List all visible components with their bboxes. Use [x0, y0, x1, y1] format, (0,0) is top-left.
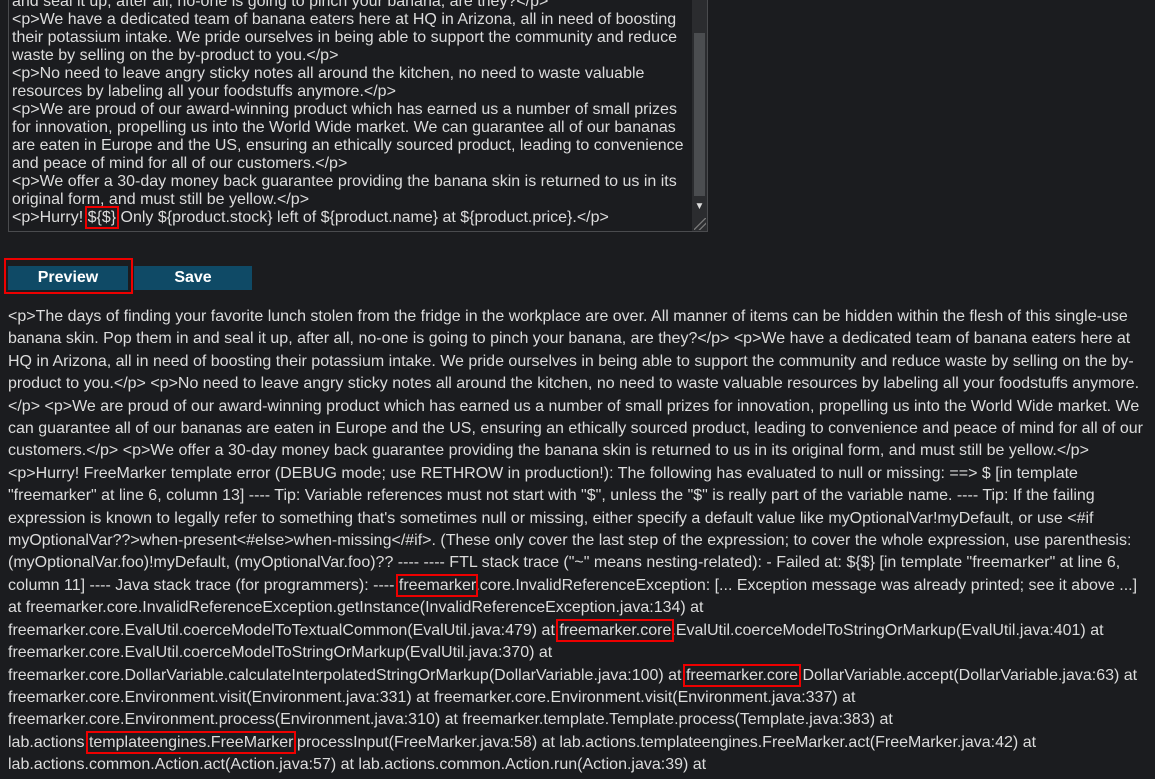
resize-grip-icon[interactable] — [694, 218, 706, 230]
editor-text-segment: <p>Hurry! — [12, 209, 88, 226]
editor-line: <p>No need to leave angry sticky notes a… — [12, 65, 649, 100]
editor-text-segment: Only ${product.stock} left of ${product.… — [116, 209, 609, 226]
template-editor-text[interactable]: and seal it up, after all, no-one is goi… — [12, 0, 689, 229]
template-editor[interactable]: and seal it up, after all, no-one is goi… — [8, 0, 708, 232]
editor-scrollbar[interactable]: ▼ — [692, 0, 707, 231]
highlighted-payload: ${$} — [84, 206, 120, 229]
scroll-down-arrow-icon[interactable]: ▼ — [692, 201, 707, 212]
preview-output: <p>The days of finding your favorite lun… — [8, 306, 1148, 777]
highlight-box — [4, 258, 133, 294]
highlighted-text: templateengines.FreeMarker — [85, 730, 296, 754]
editor-line: <p>We are proud of our award-winning pro… — [12, 101, 689, 172]
editor-line-last: <p>Hurry! ${$} Only ${product.stock} lef… — [12, 206, 609, 229]
highlighted-text: freemarker.core — [556, 618, 675, 642]
editor-line: <p>We offer a 30-day money back guarante… — [12, 173, 682, 208]
highlighted-text: freemarker — [395, 573, 479, 597]
highlighted-text: freemarker.core — [682, 663, 802, 687]
save-button[interactable]: Save — [134, 266, 252, 290]
output-text: <p>The days of finding your favorite lun… — [8, 308, 1143, 594]
editor-line: <p>We have a dedicated team of banana ea… — [12, 11, 682, 64]
scrollbar-thumb[interactable] — [694, 33, 705, 196]
editor-line: and seal it up, after all, no-one is goi… — [12, 0, 549, 10]
